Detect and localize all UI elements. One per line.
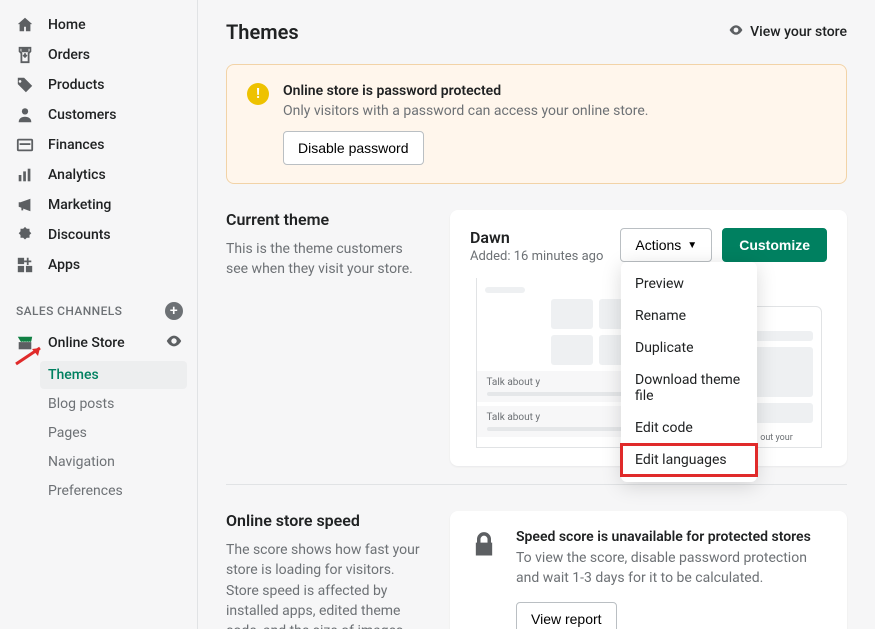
theme-card: Dawn Added: 16 minutes ago Actions ▼ Cus… [450,210,847,466]
nav-apps[interactable]: Apps [0,250,197,280]
divider [226,484,847,485]
sidebar: Home Orders Products Customers Finances … [0,0,198,629]
view-store-label: View your store [750,24,847,40]
actions-label: Actions [635,237,681,253]
subnav-preferences[interactable]: Preferences [40,477,187,505]
theme-actions-button[interactable]: Actions ▼ [620,228,712,262]
view-report-button[interactable]: View report [516,602,617,629]
subnav-themes[interactable]: Themes [40,361,187,389]
nav-label: Discounts [48,227,111,243]
dropdown-download[interactable]: Download theme file [621,364,757,412]
channel-label: Online Store [48,335,125,351]
eye-icon [728,22,744,42]
channel-online-store[interactable]: Online Store [0,326,197,360]
nav-products[interactable]: Products [0,70,197,100]
current-theme-heading: Current theme [226,210,426,229]
alert-text: Only visitors with a password can access… [283,103,648,119]
section-label: SALES CHANNELS [16,304,122,318]
speed-heading: Online store speed [226,511,426,530]
main-content: Themes View your store ! Online store is… [198,0,875,629]
sales-channels-header: SALES CHANNELS + [0,294,197,326]
person-icon [16,106,34,124]
nav-orders[interactable]: Orders [0,40,197,70]
nav-label: Products [48,77,105,93]
subnav-pages[interactable]: Pages [40,419,187,447]
speed-text: To view the score, disable password prot… [516,549,827,588]
store-icon [16,334,34,352]
orders-icon [16,46,34,64]
nav-label: Home [48,17,86,33]
dropdown-edit-code[interactable]: Edit code [621,412,757,444]
nav-discounts[interactable]: Discounts [0,220,197,250]
nav-marketing[interactable]: Marketing [0,190,197,220]
megaphone-icon [16,196,34,214]
nav-finances[interactable]: Finances [0,130,197,160]
current-theme-desc: This is the theme customers see when the… [226,239,426,280]
view-store-link[interactable]: View your store [728,22,847,42]
finances-icon [16,136,34,154]
lock-icon [470,529,498,559]
view-store-icon[interactable] [165,332,183,354]
speed-title: Speed score is unavailable for protected… [516,529,827,545]
nav-home[interactable]: Home [0,10,197,40]
nav-analytics[interactable]: Analytics [0,160,197,190]
home-icon [16,16,34,34]
password-alert: ! Online store is password protected Onl… [226,64,847,184]
dropdown-rename[interactable]: Rename [621,300,757,332]
nav-label: Apps [48,257,80,273]
page-title: Themes [226,20,299,44]
speed-desc: The score shows how fast your store is l… [226,540,426,629]
dropdown-duplicate[interactable]: Duplicate [621,332,757,364]
customize-button[interactable]: Customize [722,228,827,262]
nav-label: Finances [48,137,104,153]
analytics-icon [16,166,34,184]
disable-password-button[interactable]: Disable password [283,131,424,165]
nav-label: Analytics [48,167,106,183]
warning-icon: ! [247,83,269,105]
alert-title: Online store is password protected [283,83,648,99]
nav-label: Customers [48,107,116,123]
theme-name: Dawn [470,228,603,247]
speed-card: Speed score is unavailable for protected… [450,511,847,629]
chevron-down-icon: ▼ [687,240,697,251]
nav-customers[interactable]: Customers [0,100,197,130]
theme-added: Added: 16 minutes ago [470,249,603,264]
dropdown-edit-languages[interactable]: Edit languages [621,444,757,476]
nav-label: Marketing [48,197,111,213]
actions-dropdown: Preview Rename Duplicate Download theme … [621,262,757,482]
nav-label: Orders [48,47,90,63]
subnav-blog-posts[interactable]: Blog posts [40,390,187,418]
add-channel-button[interactable]: + [165,302,183,320]
discount-icon [16,226,34,244]
apps-icon [16,256,34,274]
tag-icon [16,76,34,94]
subnav-navigation[interactable]: Navigation [40,448,187,476]
dropdown-preview[interactable]: Preview [621,268,757,300]
